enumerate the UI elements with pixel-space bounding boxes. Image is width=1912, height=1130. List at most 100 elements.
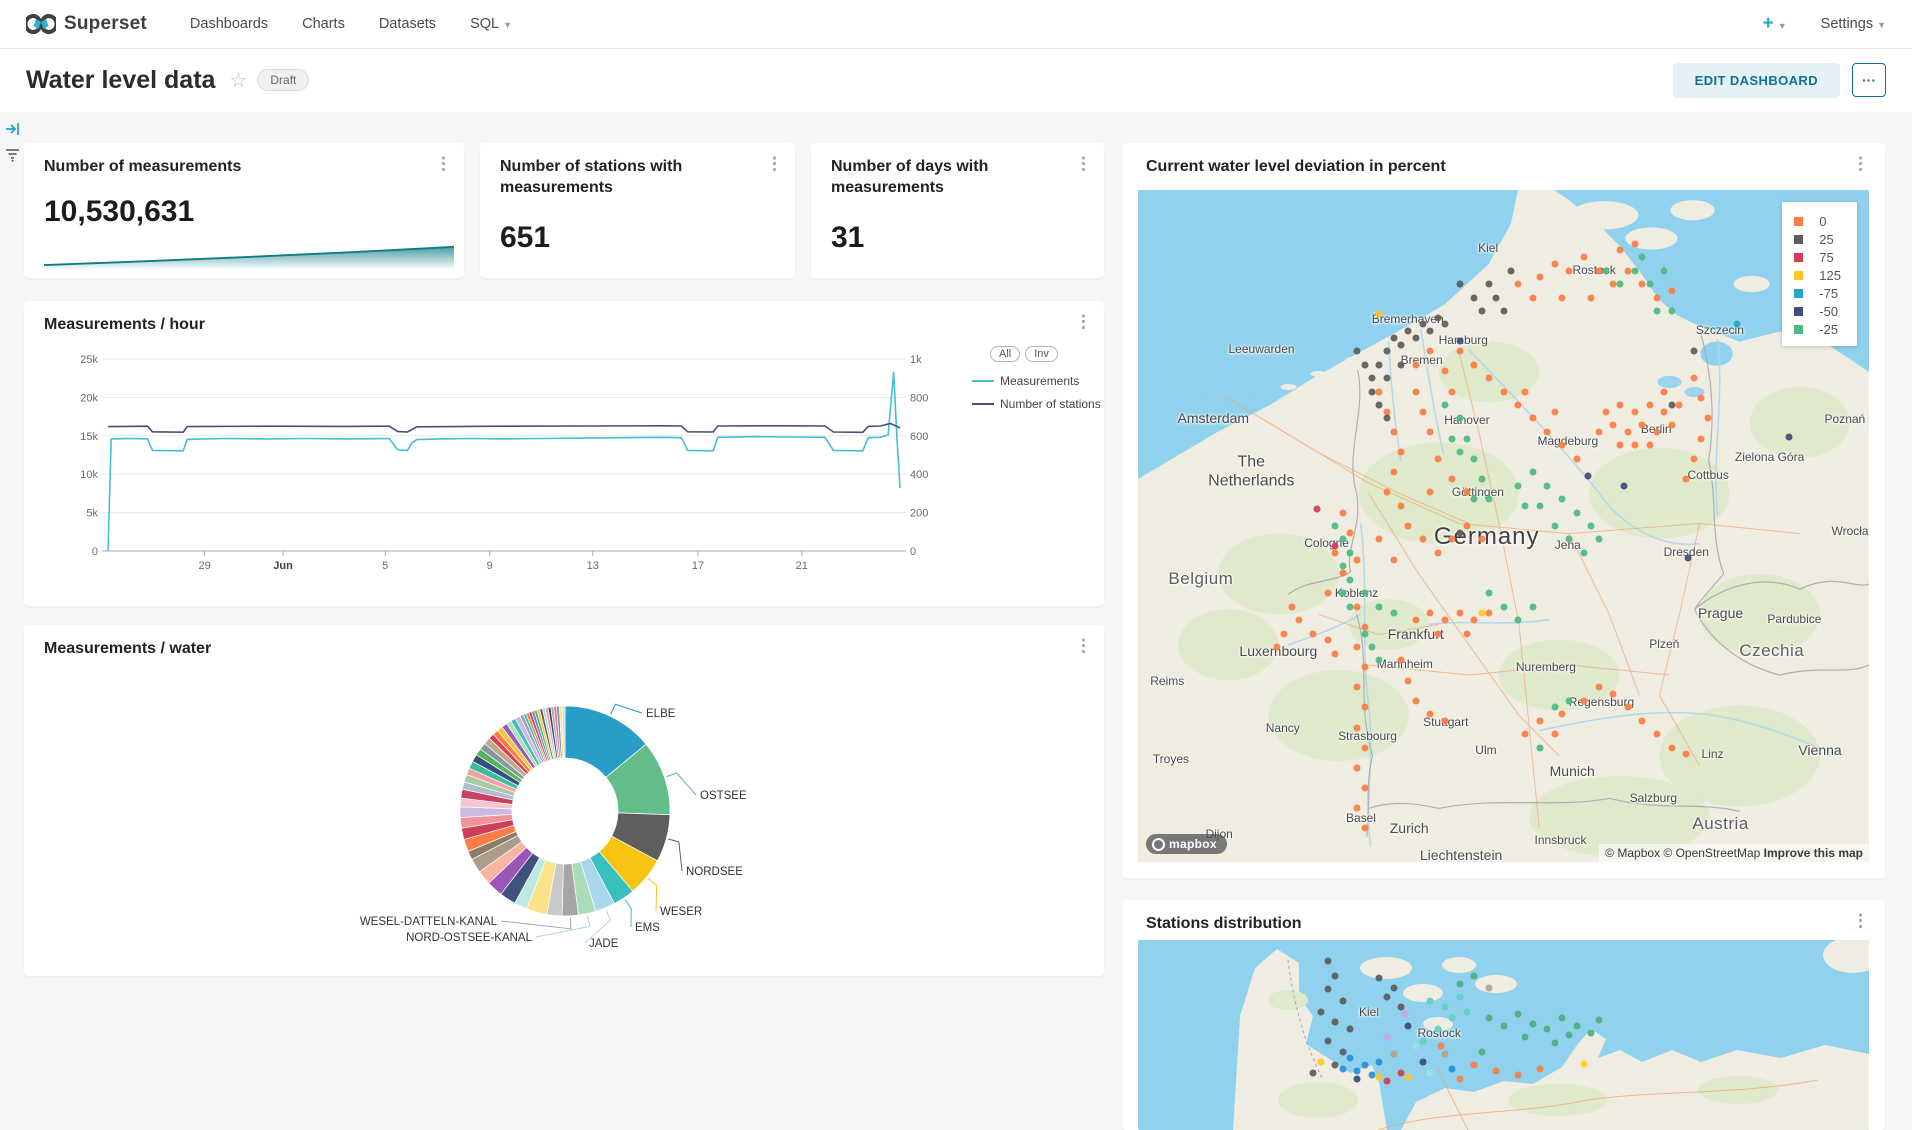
data-point-dot[interactable]	[1361, 825, 1368, 832]
data-point-dot[interactable]	[1471, 361, 1478, 368]
data-point-dot[interactable]	[1456, 610, 1463, 617]
data-point-dot[interactable]	[1580, 254, 1587, 261]
data-point-dot[interactable]	[1412, 697, 1419, 704]
data-point-dot[interactable]	[1558, 711, 1565, 718]
data-point-dot[interactable]	[1478, 536, 1485, 543]
data-point-dot[interactable]	[1427, 711, 1434, 718]
data-point-dot[interactable]	[1610, 281, 1617, 288]
data-point-dot[interactable]	[1383, 1033, 1390, 1040]
data-point-dot[interactable]	[1617, 247, 1624, 254]
data-point-dot[interactable]	[1456, 529, 1463, 536]
more-options-icon[interactable]: ⋮	[1075, 155, 1092, 172]
data-point-dot[interactable]	[1639, 717, 1646, 724]
data-point-dot[interactable]	[1310, 1070, 1317, 1077]
data-point-dot[interactable]	[1354, 603, 1361, 610]
data-point-dot[interactable]	[1646, 402, 1653, 409]
nav-sql[interactable]: SQL▼	[470, 16, 512, 32]
data-point-dot[interactable]	[1683, 475, 1690, 482]
data-point-dot[interactable]	[1551, 704, 1558, 711]
legend-item[interactable]: -25	[1794, 320, 1841, 338]
data-point-dot[interactable]	[1434, 549, 1441, 556]
data-point-dot[interactable]	[1544, 1026, 1551, 1033]
data-point-dot[interactable]	[1339, 509, 1346, 516]
superset-logo[interactable]: Superset	[26, 13, 147, 35]
data-point-dot[interactable]	[1668, 287, 1675, 294]
data-point-dot[interactable]	[1332, 523, 1339, 530]
data-point-dot[interactable]	[1442, 321, 1449, 328]
data-point-dot[interactable]	[1361, 744, 1368, 751]
edit-dashboard-button[interactable]: EDIT DASHBOARD	[1673, 63, 1840, 98]
data-point-dot[interactable]	[1595, 684, 1602, 691]
nav-charts[interactable]: Charts	[302, 16, 345, 32]
data-point-dot[interactable]	[1515, 1011, 1522, 1018]
data-point-dot[interactable]	[1376, 1058, 1383, 1065]
legend-item-measurements[interactable]: Measurements	[972, 374, 1112, 388]
data-point-dot[interactable]	[1566, 267, 1573, 274]
data-point-dot[interactable]	[1376, 311, 1383, 318]
more-options-icon[interactable]: ⋮	[766, 155, 783, 172]
data-point-dot[interactable]	[1529, 294, 1536, 301]
data-point-dot[interactable]	[1551, 731, 1558, 738]
data-point-dot[interactable]	[1573, 509, 1580, 516]
data-point-dot[interactable]	[1339, 1049, 1346, 1056]
data-point-dot[interactable]	[1390, 984, 1397, 991]
data-point-dot[interactable]	[1544, 482, 1551, 489]
data-point-dot[interactable]	[1325, 957, 1332, 964]
data-point-dot[interactable]	[1632, 442, 1639, 449]
data-point-dot[interactable]	[1325, 590, 1332, 597]
filter-funnel-icon[interactable]	[5, 148, 20, 162]
data-point-dot[interactable]	[1588, 523, 1595, 530]
legend-item[interactable]: 25	[1794, 230, 1841, 248]
data-point-dot[interactable]	[1405, 523, 1412, 530]
data-point-dot[interactable]	[1354, 348, 1361, 355]
data-point-dot[interactable]	[1551, 260, 1558, 267]
data-point-dot[interactable]	[1478, 307, 1485, 314]
data-point-dot[interactable]	[1354, 1068, 1361, 1075]
data-point-dot[interactable]	[1595, 536, 1602, 543]
data-point-dot[interactable]	[1690, 375, 1697, 382]
data-point-dot[interactable]	[1398, 341, 1405, 348]
data-point-dot[interactable]	[1368, 375, 1375, 382]
data-point-dot[interactable]	[1580, 697, 1587, 704]
data-point-dot[interactable]	[1588, 1030, 1595, 1037]
data-point-dot[interactable]	[1412, 1043, 1419, 1050]
data-point-dot[interactable]	[1442, 617, 1449, 624]
data-point-dot[interactable]	[1595, 267, 1602, 274]
data-point-dot[interactable]	[1339, 536, 1346, 543]
data-point-dot[interactable]	[1500, 307, 1507, 314]
data-point-dot[interactable]	[1376, 603, 1383, 610]
legend-item[interactable]: -75	[1794, 284, 1841, 302]
data-point-dot[interactable]	[1412, 361, 1419, 368]
data-point-dot[interactable]	[1485, 590, 1492, 597]
data-point-dot[interactable]	[1558, 1014, 1565, 1021]
data-point-dot[interactable]	[1580, 549, 1587, 556]
data-point-dot[interactable]	[1558, 496, 1565, 503]
data-point-dot[interactable]	[1515, 281, 1522, 288]
data-point-dot[interactable]	[1288, 603, 1295, 610]
data-point-dot[interactable]	[1456, 980, 1463, 987]
data-point-dot[interactable]	[1690, 348, 1697, 355]
data-point-dot[interactable]	[1529, 415, 1536, 422]
data-point-dot[interactable]	[1705, 415, 1712, 422]
data-point-dot[interactable]	[1434, 314, 1441, 321]
data-point-dot[interactable]	[1551, 1039, 1558, 1046]
data-point-dot[interactable]	[1485, 984, 1492, 991]
data-point-dot[interactable]	[1317, 1009, 1324, 1016]
data-point-dot[interactable]	[1332, 1062, 1339, 1069]
data-point-dot[interactable]	[1522, 1033, 1529, 1040]
data-point-dot[interactable]	[1485, 610, 1492, 617]
data-point-dot[interactable]	[1624, 428, 1631, 435]
data-point-dot[interactable]	[1420, 408, 1427, 415]
data-point-dot[interactable]	[1346, 576, 1353, 583]
data-point-dot[interactable]	[1478, 1049, 1485, 1056]
data-point-dot[interactable]	[1646, 281, 1653, 288]
data-point-dot[interactable]	[1697, 435, 1704, 442]
data-point-dot[interactable]	[1339, 1066, 1346, 1073]
data-point-dot[interactable]	[1471, 617, 1478, 624]
deviation-map[interactable]: 02575125-75-50-25 mapbox © Mapbox © Open…	[1138, 190, 1869, 862]
data-point-dot[interactable]	[1617, 402, 1624, 409]
data-point-dot[interactable]	[1493, 294, 1500, 301]
data-point-dot[interactable]	[1639, 422, 1646, 429]
data-point-dot[interactable]	[1529, 469, 1536, 476]
data-point-dot[interactable]	[1493, 1068, 1500, 1075]
